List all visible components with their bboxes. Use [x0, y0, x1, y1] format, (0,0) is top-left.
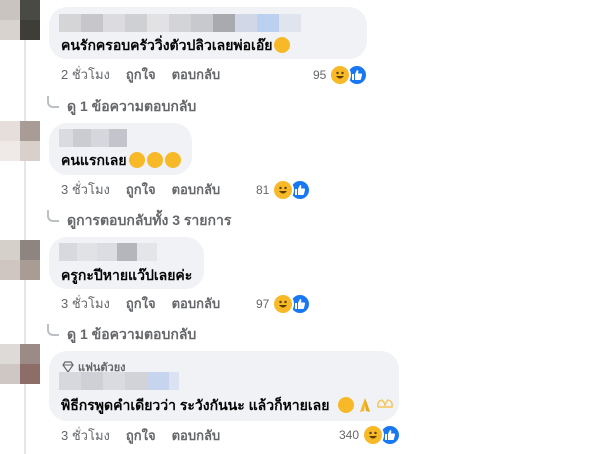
reply-elbow-connector — [47, 324, 59, 336]
comment-time[interactable]: 3 ชั่วโมง — [61, 428, 110, 444]
comment-actions: 3 ชั่วโมง ถูกใจ ตอบกลับ — [61, 428, 220, 444]
comment-actions: 2 ชั่วโมง ถูกใจ ตอบกลับ — [61, 67, 220, 83]
comment-text: คนรักครอบครัววิ่งตัวปลิวเลยพ่อเอ๊ย — [61, 36, 291, 54]
comment-text: ครูกะปีหายแว๊ปเลยค่ะ — [61, 267, 193, 283]
commenter-name-redacted[interactable] — [59, 243, 157, 261]
like-button[interactable]: ถูกใจ — [126, 182, 156, 198]
laugh-reaction-icon — [329, 64, 352, 86]
reply-elbow-connector — [47, 96, 59, 108]
reply-button[interactable]: ตอบกลับ — [172, 428, 221, 444]
reaction-summary[interactable]: 81 — [256, 179, 312, 201]
thread-connector-line — [24, 0, 26, 454]
reaction-count: 340 — [339, 428, 360, 442]
comment-time[interactable]: 3 ชั่วโมง — [61, 296, 110, 312]
reaction-count: 97 — [256, 297, 270, 311]
view-replies-link[interactable]: ดูการตอบกลับทั้ง 3 รายการ — [47, 210, 231, 232]
reaction-summary[interactable]: 340 — [339, 424, 402, 446]
reaction-count: 95 — [313, 68, 327, 82]
laugh-reaction-icon — [272, 179, 295, 201]
reaction-count: 81 — [256, 183, 270, 197]
grin-sweat-emoji — [338, 397, 354, 413]
avatar[interactable] — [0, 240, 40, 280]
rolling-laugh-emoji — [128, 152, 145, 168]
comment-time[interactable]: 2 ชั่วโมง — [61, 67, 110, 83]
rolling-laugh-emoji — [274, 37, 291, 53]
rolling-laugh-emoji — [146, 152, 163, 168]
like-button[interactable]: ถูกใจ — [126, 67, 156, 83]
rolling-laugh-emoji — [164, 152, 181, 168]
heart-hands-emoji — [377, 399, 393, 408]
view-replies-link[interactable]: ดู 1 ข้อความตอบกลับ — [47, 96, 196, 118]
comment-actions: 3 ชั่วโมง ถูกใจ ตอบกลับ — [61, 182, 220, 198]
laugh-reaction-icon — [272, 293, 295, 315]
folded-hands-emoji — [360, 398, 370, 412]
view-replies-link[interactable]: ดู 1 ข้อความตอบกลับ — [47, 324, 196, 346]
reply-elbow-connector — [47, 210, 59, 222]
commenter-name-redacted[interactable] — [59, 372, 179, 390]
comment-emoji-set — [338, 397, 394, 413]
reaction-summary[interactable]: 95 — [313, 64, 369, 86]
comment-text: คนแรกเลย — [61, 151, 181, 169]
comment-actions: 3 ชั่วโมง ถูกใจ ตอบกลับ — [61, 296, 220, 312]
comment-text: พิธีกรพูดคำเดียวว่า ระวังกันนะ แล้วก็หาย… — [61, 397, 330, 413]
avatar[interactable] — [0, 121, 40, 161]
avatar[interactable] — [0, 0, 40, 40]
reply-button[interactable]: ตอบกลับ — [172, 296, 221, 312]
commenter-name-redacted[interactable] — [59, 14, 301, 32]
reply-button[interactable]: ตอบกลับ — [172, 182, 221, 198]
reaction-summary[interactable]: 97 — [256, 293, 312, 315]
laugh-reaction-icon — [362, 424, 385, 446]
avatar[interactable] — [0, 344, 40, 384]
comment-time[interactable]: 3 ชั่วโมง — [61, 182, 110, 198]
commenter-name-redacted[interactable] — [59, 129, 127, 147]
reply-button[interactable]: ตอบกลับ — [172, 67, 221, 83]
like-button[interactable]: ถูกใจ — [126, 296, 156, 312]
like-button[interactable]: ถูกใจ — [126, 428, 156, 444]
